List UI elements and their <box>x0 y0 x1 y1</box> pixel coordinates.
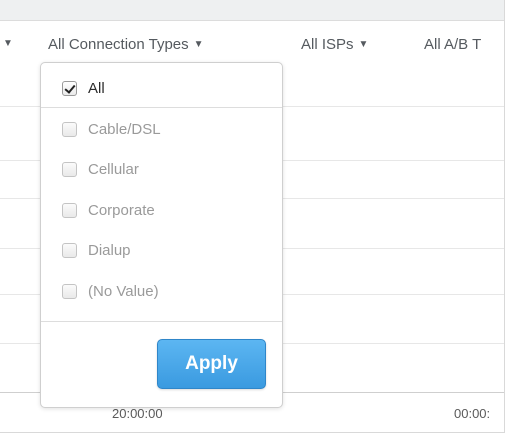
option-label: (No Value) <box>88 282 159 300</box>
option-label: Cellular <box>88 160 139 178</box>
previous-filter-dropdown-caret[interactable]: ▼ <box>3 38 13 49</box>
option-cellular[interactable]: Cellular <box>62 159 139 179</box>
checkbox-unchecked[interactable] <box>62 242 77 258</box>
option-no-value[interactable]: (No Value) <box>62 281 159 301</box>
connection-types-dropdown-menu: All Cable/DSL Cellular Corporate Dialup … <box>40 62 283 408</box>
option-corporate[interactable]: Corporate <box>62 200 155 220</box>
menu-divider <box>41 321 282 322</box>
connection-types-filter-label: All Connection Types <box>48 36 189 53</box>
checkbox-unchecked[interactable] <box>62 161 77 177</box>
menu-divider <box>41 107 282 108</box>
apply-button[interactable]: Apply <box>157 339 266 389</box>
option-all[interactable]: All <box>62 78 105 98</box>
ab-test-filter-label: All A/B T <box>424 36 482 53</box>
checkbox-checked[interactable] <box>62 80 77 96</box>
x-axis-tick-label: 00:00: <box>454 406 491 421</box>
option-label: Cable/DSL <box>88 120 161 138</box>
option-label: Dialup <box>88 241 131 259</box>
checkbox-unchecked[interactable] <box>62 283 77 299</box>
connection-types-filter[interactable]: All Connection Types ▼ <box>48 36 204 53</box>
option-label: Corporate <box>88 201 155 219</box>
checkbox-unchecked[interactable] <box>62 121 77 137</box>
chevron-down-icon: ▼ <box>193 39 204 50</box>
checkbox-unchecked[interactable] <box>62 202 77 218</box>
top-toolbar-strip <box>0 0 504 21</box>
isps-filter[interactable]: All ISPs ▼ <box>301 36 368 53</box>
ab-test-filter[interactable]: All A/B T <box>424 36 481 53</box>
x-axis-tick-label: 20:00:00 <box>112 406 163 421</box>
isps-filter-label: All ISPs <box>301 36 354 53</box>
option-cable-dsl[interactable]: Cable/DSL <box>62 119 161 139</box>
chevron-down-icon: ▼ <box>358 39 369 50</box>
option-dialup[interactable]: Dialup <box>62 240 131 260</box>
option-label: All <box>88 79 105 97</box>
